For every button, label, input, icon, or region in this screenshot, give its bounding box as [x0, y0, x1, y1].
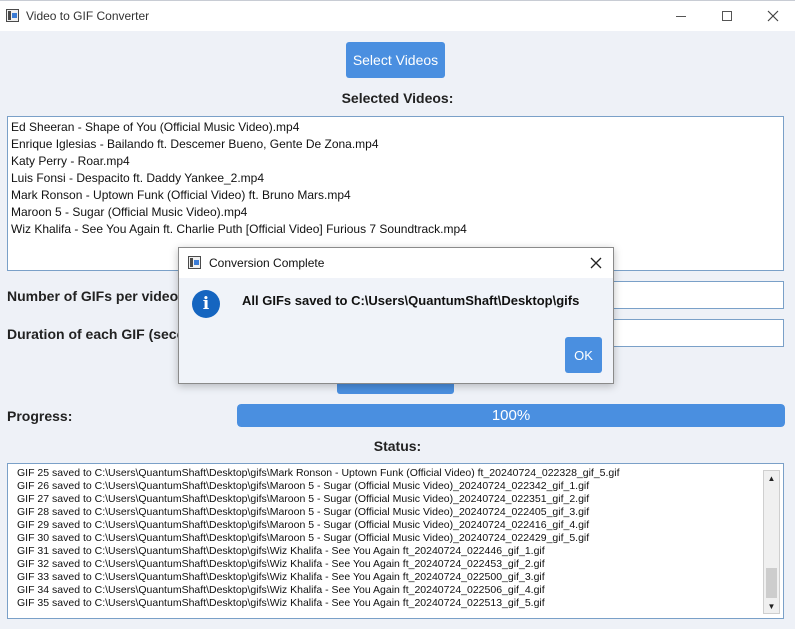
maximize-button[interactable]	[704, 1, 750, 31]
close-button[interactable]	[750, 1, 795, 31]
selected-videos-title: Selected Videos:	[341, 90, 454, 106]
status-line: GIF 29 saved to C:\Users\QuantumShaft\De…	[17, 519, 590, 531]
conversion-complete-dialog: Conversion Complete i All GIFs saved to …	[178, 247, 614, 384]
video-list-item[interactable]: Katy Perry - Roar.mp4	[11, 153, 780, 170]
progress-text: 100%	[491, 407, 531, 424]
close-icon	[767, 10, 779, 22]
status-line: GIF 27 saved to C:\Users\QuantumShaft\De…	[17, 493, 590, 505]
minimize-icon	[676, 15, 686, 17]
dialog-titlebar: Conversion Complete	[179, 248, 613, 278]
dialog-close-button[interactable]	[585, 252, 607, 274]
info-icon: i	[192, 290, 220, 318]
status-line: GIF 35 saved to C:\Users\QuantumShaft\De…	[17, 597, 545, 609]
convert-button[interactable]	[337, 383, 454, 394]
scrollbar-thumb[interactable]	[766, 568, 777, 598]
progress-label: Progress:	[7, 408, 73, 424]
video-list-item[interactable]: Maroon 5 - Sugar (Official Music Video).…	[11, 204, 780, 221]
app-icon	[6, 9, 19, 22]
status-line: GIF 32 saved to C:\Users\QuantumShaft\De…	[17, 558, 545, 570]
video-list-item[interactable]: Enrique Iglesias - Bailando ft. Descemer…	[11, 136, 780, 153]
ok-button[interactable]: OK	[565, 337, 602, 373]
status-log[interactable]: GIF 25 saved to C:\Users\QuantumShaft\De…	[7, 463, 784, 619]
video-list-item[interactable]: Wiz Khalifa - See You Again ft. Charlie …	[11, 221, 780, 238]
video-list-item[interactable]: Luis Fonsi - Despacito ft. Daddy Yankee_…	[11, 170, 780, 187]
status-line: GIF 26 saved to C:\Users\QuantumShaft\De…	[17, 480, 590, 492]
maximize-icon	[722, 11, 732, 21]
dialog-app-icon	[188, 256, 201, 269]
gif-duration-input[interactable]	[612, 319, 784, 347]
window-title: Video to GIF Converter	[26, 9, 150, 23]
gifs-per-video-input[interactable]	[612, 281, 784, 309]
status-title: Status:	[373, 438, 422, 454]
video-list-item[interactable]: Ed Sheeran - Shape of You (Official Musi…	[11, 119, 780, 136]
gif-duration-label: Duration of each GIF (seconds):	[7, 326, 182, 342]
video-list-item[interactable]: Mark Ronson - Uptown Funk (Official Vide…	[11, 187, 780, 204]
minimize-button[interactable]	[658, 1, 704, 31]
status-scrollbar[interactable]: ▲ ▼	[763, 470, 780, 614]
status-line: GIF 30 saved to C:\Users\QuantumShaft\De…	[17, 532, 590, 544]
dialog-message: All GIFs saved to C:\Users\QuantumShaft\…	[242, 293, 580, 308]
status-lines: GIF 25 saved to C:\Users\QuantumShaft\De…	[17, 467, 762, 610]
status-line: GIF 28 saved to C:\Users\QuantumShaft\De…	[17, 506, 590, 518]
dialog-title: Conversion Complete	[209, 256, 325, 270]
status-line: GIF 25 saved to C:\Users\QuantumShaft\De…	[17, 467, 620, 479]
select-videos-button[interactable]: Select Videos	[346, 42, 445, 78]
status-line: GIF 33 saved to C:\Users\QuantumShaft\De…	[17, 571, 545, 583]
status-line: GIF 34 saved to C:\Users\QuantumShaft\De…	[17, 584, 545, 596]
gifs-per-video-label: Number of GIFs per video:	[7, 288, 182, 304]
progress-bar: 100%	[237, 404, 785, 427]
window-titlebar: Video to GIF Converter	[0, 0, 795, 31]
scroll-down-arrow-icon[interactable]: ▼	[764, 599, 779, 613]
close-icon	[590, 257, 602, 269]
status-line: GIF 31 saved to C:\Users\QuantumShaft\De…	[17, 545, 545, 557]
scroll-up-arrow-icon[interactable]: ▲	[764, 471, 779, 485]
